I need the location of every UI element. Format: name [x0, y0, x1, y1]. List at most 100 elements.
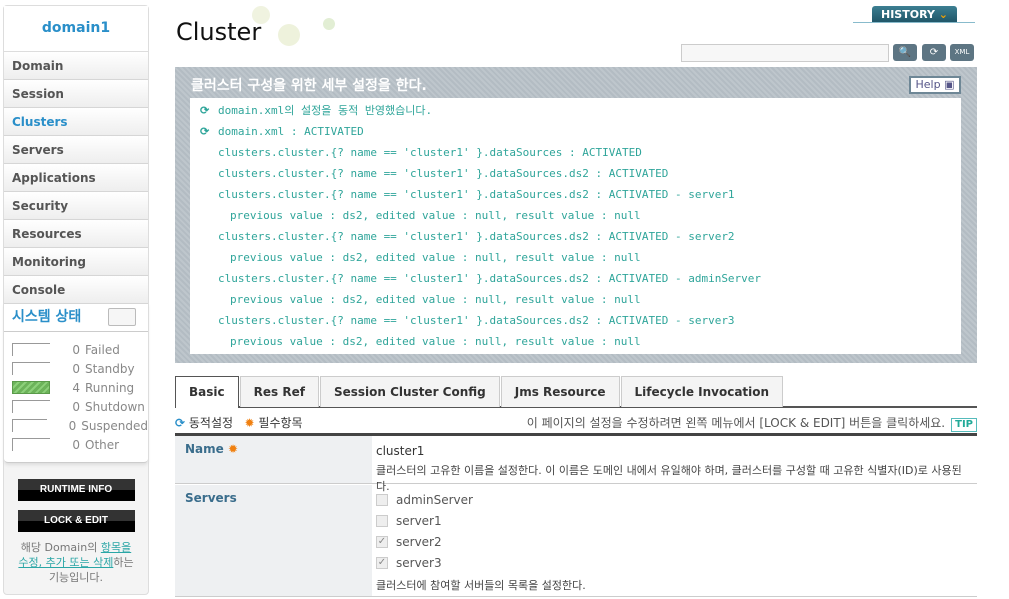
note-text: 해당 Domain의: [20, 541, 101, 554]
tip-text: 이 페이지의 설정을 수정하려면 왼쪽 메뉴에서 [LOCK & EDIT] 버…: [526, 416, 946, 430]
runtime-info-button[interactable]: RUNTIME INFO: [17, 479, 135, 501]
server-option-label: adminServer: [396, 492, 473, 507]
checkbox[interactable]: ✓: [376, 535, 388, 548]
system-status-title: 시스템 상태: [12, 309, 82, 325]
chevron-down-icon: ⌄: [938, 8, 948, 21]
log-text: previous value : ds2, edited value : nul…: [230, 293, 641, 306]
page-title: Cluster: [176, 18, 262, 46]
log-line: ⟳ domain.xml : ACTIVATED: [200, 121, 961, 142]
log-text: domain.xml : ACTIVATED: [218, 125, 364, 138]
monitor-icon[interactable]: [108, 308, 136, 326]
sync-icon: ⟳: [200, 125, 210, 138]
info-panel: 클러스터 구성을 위한 세부 설정을 한다. Help ▣ ⟳ domain.xm…: [175, 67, 977, 363]
sidebar: domain1 Domain Session Clusters Servers Appl…: [3, 5, 149, 595]
tab-basic[interactable]: Basic: [175, 376, 239, 408]
status-count: 0: [72, 361, 80, 376]
status-row-shutdown: 0 Shutdown: [4, 397, 148, 416]
sidebar-item-console[interactable]: Console: [4, 276, 148, 304]
search-input[interactable]: [681, 44, 889, 62]
system-status: 시스템 상태 0 Failed 0 Standby 4 Running 0 Shutdown 0…: [4, 304, 148, 463]
sidebar-item-session[interactable]: Session: [4, 80, 148, 108]
form-row-servers: Servers adminServer server1 ✓ server2 ✓ serve…: [175, 485, 977, 597]
servers-description: 클러스터에 참여할 서버들의 목록을 설정한다.: [376, 579, 586, 592]
status-row-failed: 0 Failed: [4, 340, 148, 359]
log-line: clusters.cluster.{? name == 'cluster1' }…: [200, 142, 961, 163]
status-label: Failed: [85, 342, 120, 357]
status-bar: [12, 419, 48, 432]
tab-res-ref[interactable]: Res Ref: [239, 376, 319, 407]
servers-label: Servers: [175, 485, 372, 596]
server-option[interactable]: ✓ server2: [376, 531, 973, 552]
log-line: clusters.cluster.{? name == 'cluster1' }…: [200, 184, 961, 205]
sync-icon: ⟳: [200, 104, 210, 117]
status-bar: [12, 438, 50, 451]
log-text: clusters.cluster.{? name == 'cluster1' }…: [218, 230, 735, 243]
sidebar-item-monitoring[interactable]: Monitoring: [4, 248, 148, 276]
tab-session-cluster-config[interactable]: Session Cluster Config: [319, 376, 500, 407]
lock-edit-note: 해당 Domain의 항목을 수정, 추가 또는 삭제하는 기능입니다.: [4, 540, 148, 585]
help-label: Help: [915, 78, 941, 91]
server-option-label: server2: [396, 534, 442, 549]
server-option[interactable]: ✓ server3: [376, 552, 973, 573]
tab-lifecycle-invocation[interactable]: Lifecycle Invocation: [620, 376, 784, 407]
status-label: Running: [85, 380, 135, 395]
checkbox[interactable]: [376, 493, 388, 506]
required-label: 필수항목: [258, 416, 303, 430]
dynamic-setting-icon: ⟳: [175, 416, 186, 430]
server-option-label: server1: [396, 513, 442, 528]
domain-name[interactable]: domain1: [4, 6, 148, 52]
sidebar-item-domain[interactable]: Domain: [4, 52, 148, 80]
status-label: Other: [85, 437, 120, 452]
history-button[interactable]: HISTORY ⌄: [872, 6, 957, 23]
log-text: clusters.cluster.{? name == 'cluster1' }…: [218, 188, 735, 201]
tip-badge: TIP: [951, 418, 977, 432]
xml-export-icon[interactable]: XML: [950, 44, 974, 61]
question-icon: ▣: [944, 78, 955, 91]
legend: ⟳ 동적설정 ✹ 필수항목 이 페이지의 설정을 수정하려면 왼쪽 메뉴에서 […: [175, 414, 977, 434]
required-icon: ✹: [244, 416, 255, 430]
sidebar-item-clusters[interactable]: Clusters: [4, 108, 148, 136]
help-button[interactable]: Help ▣: [909, 76, 961, 94]
server-option[interactable]: server1: [376, 510, 973, 531]
status-count: 4: [72, 380, 80, 395]
name-value: cluster1: [376, 444, 425, 458]
tab-jms-resource[interactable]: Jms Resource: [500, 376, 620, 407]
search-icon[interactable]: 🔍: [893, 44, 917, 61]
form-row-name: Name ✹ cluster1 클러스터의 고유한 이름을 설정한다. 이 이름은…: [175, 436, 977, 493]
dynamic-setting-label: 동적설정: [188, 416, 234, 430]
status-count: 0: [72, 399, 80, 414]
sidebar-item-applications[interactable]: Applications: [4, 164, 148, 192]
log-line: clusters.cluster.{? name == 'cluster1' }…: [200, 226, 961, 247]
status-label: Shutdown: [85, 399, 145, 414]
status-bar: [12, 400, 50, 413]
log-text: clusters.cluster.{? name == 'cluster1' }…: [218, 314, 735, 327]
status-row-suspended: 0 Suspended: [4, 416, 148, 435]
server-option[interactable]: adminServer: [376, 489, 973, 510]
log-line: clusters.cluster.{? name == 'cluster1' }…: [200, 163, 961, 184]
panel-title: 클러스터 구성을 위한 세부 설정을 한다.: [191, 78, 427, 94]
sidebar-item-security[interactable]: Security: [4, 192, 148, 220]
status-row-running: 4 Running: [4, 378, 148, 397]
checkbox[interactable]: ✓: [376, 556, 388, 569]
log-line: previous value : ds2, edited value : nul…: [200, 247, 961, 268]
log-line: previous value : ds2, edited value : nul…: [200, 205, 961, 226]
name-label: Name: [185, 442, 224, 456]
status-count: 0: [68, 418, 77, 433]
status-count: 0: [72, 437, 80, 452]
log-line: previous value : ds2, edited value : nul…: [200, 331, 961, 352]
server-option-label: server3: [396, 555, 442, 570]
log-text: previous value : ds2, edited value : nul…: [230, 209, 641, 222]
log-line: clusters.cluster.{? name == 'cluster1' }…: [200, 268, 961, 289]
sidebar-item-resources[interactable]: Resources: [4, 220, 148, 248]
status-bar: [12, 362, 50, 375]
status-bar: [12, 381, 50, 394]
sidebar-item-servers[interactable]: Servers: [4, 136, 148, 164]
log-text: clusters.cluster.{? name == 'cluster1' }…: [218, 146, 642, 159]
status-label: Standby: [85, 361, 135, 376]
lock-edit-button[interactable]: LOCK & EDIT: [17, 510, 135, 532]
log-text: domain.xml의 설정을 동적 반영했습니다.: [218, 104, 433, 117]
decor-circle: [323, 18, 335, 30]
checkbox[interactable]: [376, 514, 388, 527]
required-icon: ✹: [227, 442, 239, 456]
refresh-icon[interactable]: ⟳: [922, 44, 946, 61]
